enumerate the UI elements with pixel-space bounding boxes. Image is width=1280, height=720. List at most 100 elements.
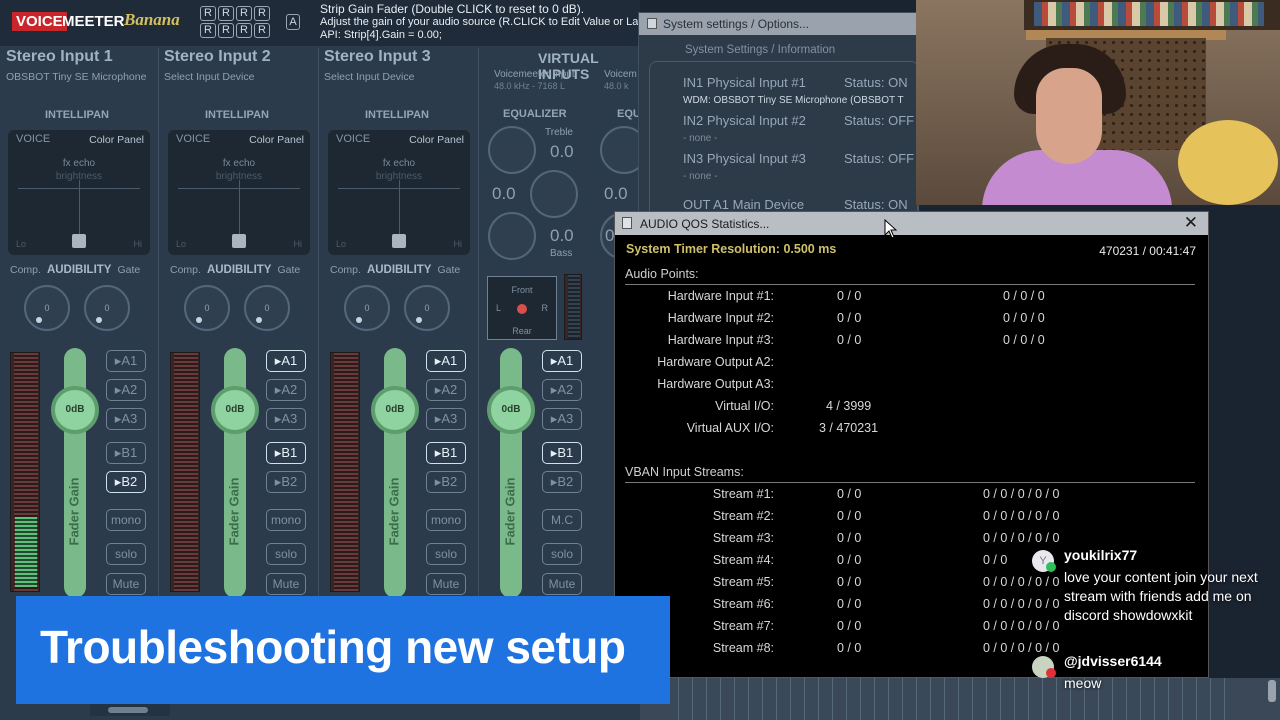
bus-a1-button[interactable]: ▸A1 <box>266 350 306 372</box>
pan-position-dot[interactable] <box>517 304 527 314</box>
strip-title[interactable]: Stereo Input 3 <box>324 48 431 66</box>
close-icon[interactable]: ✕ <box>1184 213 1198 233</box>
bass-dial[interactable] <box>488 212 536 260</box>
bus-b1-button[interactable]: ▸B1 <box>426 442 466 464</box>
bus-a1-button[interactable]: ▸A1 <box>542 350 582 372</box>
fader-gain[interactable]: 0dB Fader Gain <box>211 348 259 598</box>
strip-device[interactable]: Select Input Device <box>164 71 254 83</box>
bus-b2-button[interactable]: ▸B2 <box>542 471 582 493</box>
input-row-device[interactable]: - none - <box>683 171 717 182</box>
bus-a1-button[interactable]: ▸A1 <box>106 350 146 372</box>
color-panel-label[interactable]: Color Panel <box>89 134 144 146</box>
comp-dial[interactable]: 0 <box>184 285 230 331</box>
bus-a3-button[interactable]: ▸A3 <box>266 408 306 430</box>
mono-button[interactable]: mono <box>266 509 306 531</box>
audibility-label: AUDIBILITY <box>366 264 432 276</box>
input-row-device[interactable]: WDM: OBSBOT Tiny SE Microphone (OBSBOT T <box>683 95 904 106</box>
input-row-label[interactable]: IN3 Physical Input #3 <box>683 151 806 166</box>
bus-b2-button[interactable]: ▸B2 <box>266 471 306 493</box>
solo-button[interactable]: solo <box>542 543 582 565</box>
stream-label: Stream #6: <box>712 597 774 611</box>
color-panel-label[interactable]: Color Panel <box>409 134 464 146</box>
pan-knob[interactable] <box>392 234 406 248</box>
bus-a1-button[interactable]: ▸A1 <box>426 350 466 372</box>
bus-a2-button[interactable]: ▸A2 <box>266 379 306 401</box>
mc-button[interactable]: M.C <box>542 509 582 531</box>
comp-dial[interactable]: 0 <box>24 285 70 331</box>
bus-b1-button[interactable]: ▸B1 <box>542 442 582 464</box>
stream-value: 0 / 0 <box>837 641 862 655</box>
scrollbar-thumb[interactable] <box>108 707 148 713</box>
bus-a3-button[interactable]: ▸A3 <box>426 408 466 430</box>
solo-button[interactable]: solo <box>426 543 466 565</box>
input-row-label[interactable]: IN2 Physical Input #2 <box>683 113 806 128</box>
color-panel-label[interactable]: Color Panel <box>249 134 304 146</box>
input-row-label[interactable]: IN1 Physical Input #1 <box>683 75 806 90</box>
r-button[interactable]: R <box>236 6 252 21</box>
webcam-person-face <box>1036 68 1102 164</box>
mute-button[interactable]: Mute <box>426 573 466 595</box>
bus-a3-button[interactable]: ▸A3 <box>106 408 146 430</box>
fader-cap[interactable]: 0dB <box>51 386 99 434</box>
r-button[interactable]: R <box>254 23 270 38</box>
dial-dot <box>196 317 202 323</box>
mute-button[interactable]: Mute <box>266 573 306 595</box>
mid-value-2: 0.0 <box>604 184 628 203</box>
bus-a3-button[interactable]: ▸A3 <box>542 408 582 430</box>
mono-button[interactable]: mono <box>426 509 466 531</box>
rear-label: Rear <box>512 326 532 336</box>
strip-title[interactable]: Stereo Input 1 <box>6 48 113 66</box>
comp-dial[interactable]: 0 <box>344 285 390 331</box>
bus-label: B2 <box>281 474 298 489</box>
stream-label: Stream #8: <box>712 641 774 655</box>
bus-a2-button[interactable]: ▸A2 <box>106 379 146 401</box>
strip-device[interactable]: OBSBOT Tiny SE Microphone <box>6 71 146 83</box>
fader-gain[interactable]: 0dB Fader Gain <box>51 348 99 598</box>
section-divider <box>625 482 1195 483</box>
intellipan-panel[interactable]: VOICE Color Panel fx echo brightness Lo … <box>168 130 310 255</box>
mute-button[interactable]: Mute <box>542 573 582 595</box>
bus-b1-button[interactable]: ▸B1 <box>266 442 306 464</box>
pan-knob[interactable] <box>72 234 86 248</box>
fader-cap[interactable]: 0dB <box>371 386 419 434</box>
intellipan-panel[interactable]: VOICE Color Panel fx echo brightness Lo … <box>8 130 150 255</box>
mono-button[interactable]: mono <box>106 509 146 531</box>
system-settings-titlebar[interactable]: System settings / Options... <box>639 13 917 35</box>
fader-cap[interactable]: 0dB <box>487 386 535 434</box>
bus-b2-button[interactable]: ▸B2 <box>426 471 466 493</box>
fx-label: fx echo <box>382 158 416 169</box>
mid-dial[interactable] <box>530 170 578 218</box>
fader-gain[interactable]: 0dB Fader Gain <box>487 348 535 598</box>
pan-knob[interactable] <box>232 234 246 248</box>
r-button[interactable]: R <box>218 23 234 38</box>
strip-title[interactable]: Stereo Input 2 <box>164 48 271 66</box>
fader-cap[interactable]: 0dB <box>211 386 259 434</box>
solo-button[interactable]: solo <box>266 543 306 565</box>
gate-dial[interactable]: 0 <box>404 285 450 331</box>
mute-button[interactable]: Mute <box>106 573 146 595</box>
bus-b1-button[interactable]: ▸B1 <box>106 442 146 464</box>
horizontal-scrollbar[interactable] <box>90 704 170 716</box>
r-button[interactable]: R <box>254 6 270 21</box>
output-row-label[interactable]: OUT A1 Main Device <box>683 197 804 212</box>
input-row-device[interactable]: - none - <box>683 133 717 144</box>
intellipan-panel[interactable]: VOICE Color Panel fx echo brightness Lo … <box>328 130 470 255</box>
fx-label: fx echo <box>222 158 256 169</box>
strip-device[interactable]: Select Input Device <box>324 71 414 83</box>
fader-gain[interactable]: 0dB Fader Gain <box>371 348 419 598</box>
r-button[interactable]: R <box>200 6 216 21</box>
a-button[interactable]: A <box>286 14 300 30</box>
r-button[interactable]: R <box>236 23 252 38</box>
bus-a2-button[interactable]: ▸A2 <box>426 379 466 401</box>
gate-dial[interactable]: 0 <box>84 285 130 331</box>
r-button[interactable]: R <box>218 6 234 21</box>
bus-a2-button[interactable]: ▸A2 <box>542 379 582 401</box>
vertical-scrollbar[interactable] <box>1268 680 1276 702</box>
gate-dial[interactable]: 0 <box>244 285 290 331</box>
solo-button[interactable]: solo <box>106 543 146 565</box>
treble-dial[interactable] <box>488 126 536 174</box>
bus-b2-button[interactable]: ▸B2 <box>106 471 146 493</box>
r-button[interactable]: R <box>200 23 216 38</box>
qos-titlebar[interactable]: AUDIO QOS Statistics... ✕ <box>615 212 1208 235</box>
spatial-pan[interactable]: Front L R Rear <box>487 276 557 340</box>
